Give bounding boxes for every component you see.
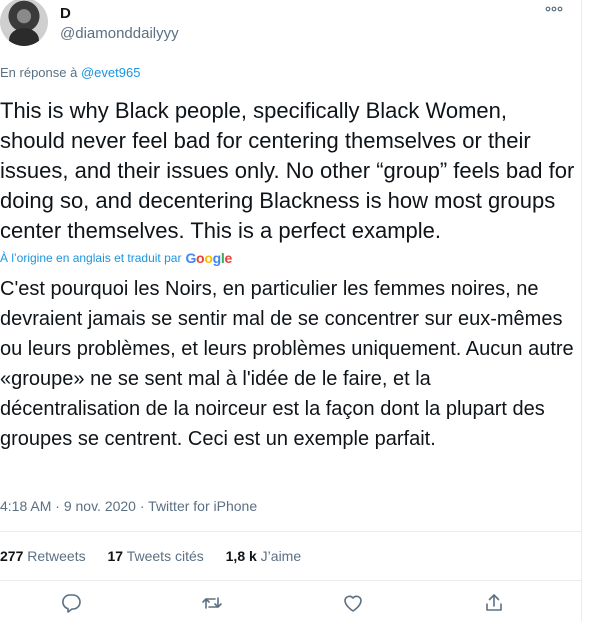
tweet-header: D @diamonddailyyy <box>0 0 580 52</box>
tweet-source[interactable]: Twitter for iPhone <box>148 498 257 514</box>
share-icon[interactable] <box>483 592 505 614</box>
reply-icon[interactable] <box>60 592 82 614</box>
like-icon[interactable] <box>342 592 364 614</box>
tweet-time[interactable]: 4:18 AM <box>0 498 51 514</box>
avatar[interactable] <box>0 0 48 46</box>
retweet-icon[interactable] <box>201 592 223 614</box>
timeline-border <box>581 0 582 621</box>
divider <box>0 580 581 581</box>
translated-text: C'est pourquoi les Noirs, en particulier… <box>0 278 574 450</box>
author-name[interactable]: D <box>60 5 71 22</box>
reply-prefix: En réponse à <box>0 65 78 80</box>
divider <box>0 531 581 532</box>
translation-note: À l’origine en anglais et traduit par Go… <box>0 250 232 266</box>
author-handle[interactable]: @diamonddailyyy <box>60 25 179 42</box>
reply-context: En réponse à @evet965 <box>0 65 140 80</box>
tweet-actions <box>0 592 581 620</box>
google-logo: Google <box>185 250 232 266</box>
reply-mention-link[interactable]: @evet965 <box>81 65 140 80</box>
translation-note-text: À l’origine en anglais et traduit par <box>0 251 182 265</box>
tweet-date[interactable]: 9 nov. 2020 <box>64 498 136 514</box>
quotes-stat[interactable]: 17 Tweets cités <box>108 548 204 564</box>
tweet-meta: 4:18 AM · 9 nov. 2020 · Twitter for iPho… <box>0 498 258 514</box>
tweet-text: This is why Black people, specifically B… <box>0 98 575 243</box>
retweets-stat[interactable]: 277 Retweets <box>0 548 86 564</box>
tweet-stats: 277 Retweets 17 Tweets cités 1,8 k J’aim… <box>0 548 319 564</box>
more-dots-icon[interactable] <box>545 5 563 13</box>
likes-stat[interactable]: 1,8 k J’aime <box>226 548 302 564</box>
